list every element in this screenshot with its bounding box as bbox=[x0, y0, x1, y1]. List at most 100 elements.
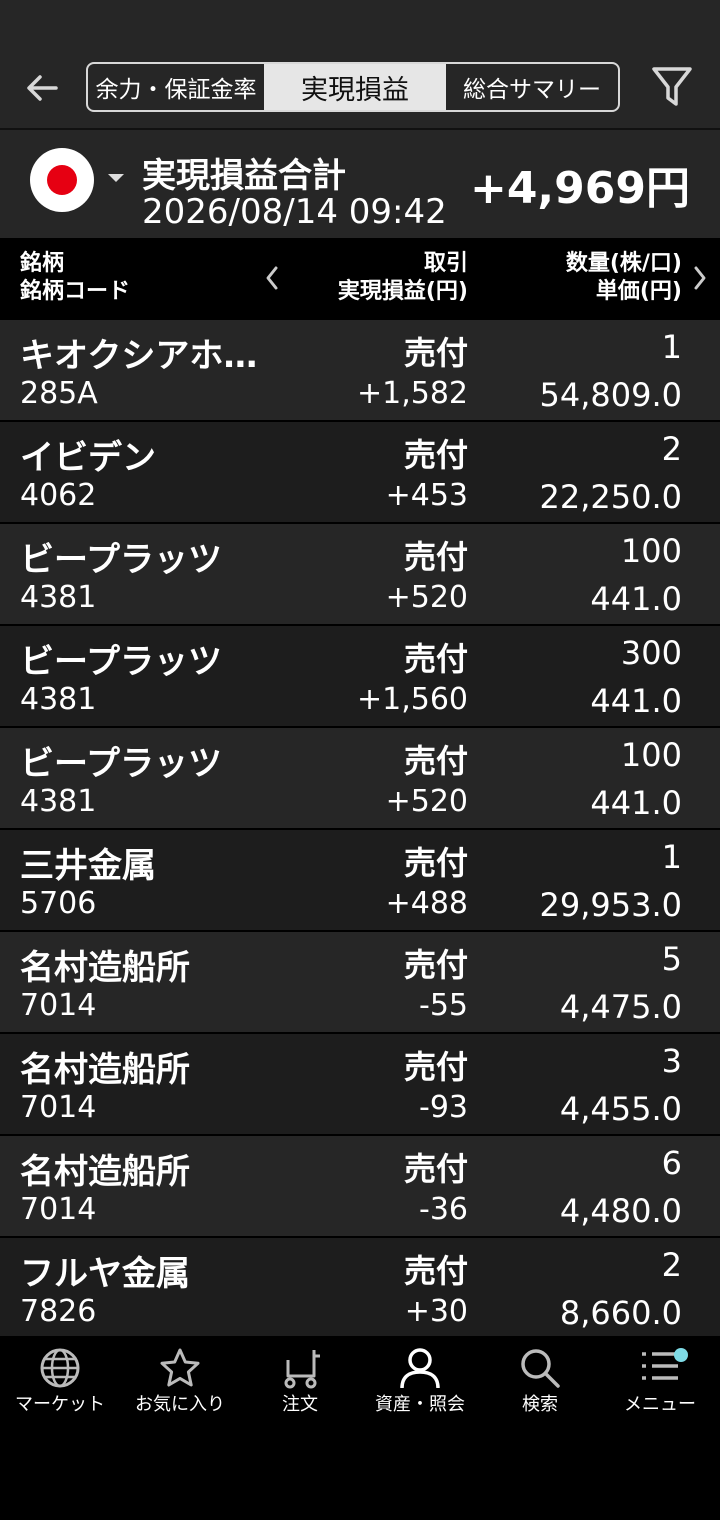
nav-menu[interactable]: メニュー bbox=[600, 1336, 720, 1426]
unit-price: 54,809.0 bbox=[539, 376, 683, 414]
column-label-qty: 数量(株/口) bbox=[565, 251, 682, 276]
trade-type: 売付 bbox=[403, 436, 468, 474]
table-row[interactable]: 三井金属 5706 売付 +488 1 29,953.0 bbox=[0, 830, 720, 932]
unit-price: 4,480.0 bbox=[559, 1192, 682, 1230]
cart-icon bbox=[284, 1350, 320, 1389]
unit-price: 441.0 bbox=[590, 580, 682, 618]
nav-label: 資産・照会 bbox=[375, 1394, 465, 1415]
filter-icon bbox=[652, 67, 692, 106]
table-row[interactable]: ビープラッツ 4381 売付 +520 100 441.0 bbox=[0, 524, 720, 626]
realized-pnl: +1,560 bbox=[356, 682, 468, 717]
back-button[interactable] bbox=[22, 68, 62, 108]
unit-price: 441.0 bbox=[590, 784, 682, 822]
stock-name: 名村造船所 bbox=[20, 948, 190, 988]
trade-type: 売付 bbox=[403, 334, 468, 372]
nav-market[interactable]: マーケット bbox=[0, 1336, 120, 1426]
trade-type: 売付 bbox=[403, 946, 468, 984]
search-icon bbox=[521, 1349, 560, 1388]
table-row[interactable]: 名村造船所 7014 売付 -55 5 4,475.0 bbox=[0, 932, 720, 1034]
realized-pnl: +520 bbox=[385, 580, 468, 615]
nav-search[interactable]: 検索 bbox=[480, 1336, 600, 1426]
stock-code: 4381 bbox=[20, 682, 97, 717]
stock-code: 4381 bbox=[20, 580, 97, 615]
globe-icon bbox=[40, 1348, 80, 1388]
realized-pnl: -55 bbox=[419, 988, 468, 1023]
table-row[interactable]: 名村造船所 7014 売付 -93 3 4,455.0 bbox=[0, 1034, 720, 1136]
nav-label: 注文 bbox=[282, 1394, 318, 1415]
table-row[interactable]: フルヤ金属 7826 売付 +30 2 8,660.0 bbox=[0, 1238, 720, 1340]
realized-pnl: +1,582 bbox=[356, 376, 468, 411]
quantity: 5 bbox=[661, 940, 682, 978]
stock-name: ビープラッツ bbox=[20, 642, 222, 682]
stock-name: ビープラッツ bbox=[20, 744, 222, 784]
table-row[interactable]: 名村造船所 7014 売付 -36 6 4,480.0 bbox=[0, 1136, 720, 1238]
trade-type: 売付 bbox=[403, 844, 468, 882]
tab-summary[interactable]: 総合サマリー bbox=[446, 64, 618, 110]
chevron-right-icon[interactable] bbox=[690, 264, 710, 292]
stock-name: キオクシアホ… bbox=[20, 336, 258, 376]
quantity: 2 bbox=[661, 430, 682, 468]
quantity: 300 bbox=[620, 634, 682, 672]
table-row[interactable]: イビデン 4062 売付 +453 2 22,250.0 bbox=[0, 422, 720, 524]
nav-assets[interactable]: 資産・照会 bbox=[360, 1336, 480, 1426]
table-row[interactable]: ビープラッツ 4381 売付 +520 100 441.0 bbox=[0, 728, 720, 830]
tab-realized-pnl[interactable]: 実現損益 bbox=[264, 64, 446, 110]
star-icon bbox=[160, 1348, 200, 1387]
column-label-name: 銘柄 bbox=[20, 251, 65, 276]
column-label-price: 単価(円) bbox=[595, 279, 682, 304]
realized-pnl: -93 bbox=[419, 1090, 468, 1125]
stock-code: 5706 bbox=[20, 886, 97, 921]
filter-button[interactable] bbox=[650, 64, 694, 110]
chevron-down-icon[interactable] bbox=[108, 174, 124, 182]
quantity: 1 bbox=[661, 328, 682, 366]
trade-type: 売付 bbox=[403, 1252, 468, 1290]
realized-pnl: +488 bbox=[385, 886, 468, 921]
summary-title: 実現損益合計 bbox=[142, 156, 346, 196]
stock-code: 7014 bbox=[20, 1090, 97, 1125]
table-row[interactable]: ビープラッツ 4381 売付 +1,560 300 441.0 bbox=[0, 626, 720, 728]
quantity: 6 bbox=[661, 1144, 682, 1182]
column-header-trade: 取引 実現損益(円) bbox=[338, 250, 468, 306]
column-label-pnl: 実現損益(円) bbox=[337, 279, 468, 304]
japan-flag-icon[interactable] bbox=[30, 148, 94, 212]
stock-code: 7014 bbox=[20, 1192, 97, 1227]
realized-pnl: +453 bbox=[385, 478, 468, 513]
summary-total: +4,969円 bbox=[469, 163, 690, 214]
unit-price: 22,250.0 bbox=[539, 478, 683, 516]
trade-type: 売付 bbox=[403, 1150, 468, 1188]
trade-type: 売付 bbox=[403, 640, 468, 678]
quantity: 2 bbox=[661, 1246, 682, 1284]
trade-type: 売付 bbox=[403, 538, 468, 576]
nav-label: お気に入り bbox=[135, 1394, 225, 1415]
table-row[interactable]: キオクシアホ… 285A 売付 +1,582 1 54,809.0 bbox=[0, 320, 720, 422]
tab-margin[interactable]: 余力・保証金率 bbox=[88, 64, 264, 110]
unit-price: 441.0 bbox=[590, 682, 682, 720]
stock-name: 名村造船所 bbox=[20, 1152, 190, 1192]
person-icon bbox=[400, 1348, 440, 1389]
notification-badge bbox=[674, 1348, 688, 1362]
stock-name: 三井金属 bbox=[20, 846, 156, 886]
nav-label: マーケット bbox=[15, 1394, 105, 1415]
segment-tabs: 余力・保証金率 実現損益 総合サマリー bbox=[86, 62, 620, 112]
nav-favorites[interactable]: お気に入り bbox=[120, 1336, 240, 1426]
quantity: 3 bbox=[661, 1042, 682, 1080]
bottom-nav: マーケット お気に入り 注文 資産・照会 検索 メニュー bbox=[0, 1336, 720, 1426]
column-header: 銘柄 銘柄コード 取引 実現損益(円) 数量(株/口) 単価(円) bbox=[0, 238, 720, 320]
realized-pnl: +30 bbox=[404, 1294, 468, 1329]
summary-datetime: 2026/08/14 09:42 bbox=[142, 192, 447, 232]
stock-name: 名村造船所 bbox=[20, 1050, 190, 1090]
unit-price: 4,475.0 bbox=[559, 988, 682, 1026]
stock-code: 285A bbox=[20, 376, 98, 411]
unit-price: 8,660.0 bbox=[559, 1294, 682, 1332]
stock-name: ビープラッツ bbox=[20, 540, 222, 580]
trade-type: 売付 bbox=[403, 1048, 468, 1086]
quantity: 100 bbox=[620, 736, 682, 774]
trade-list: キオクシアホ… 285A 売付 +1,582 1 54,809.0 イビデン 4… bbox=[0, 320, 720, 1340]
column-label-trade: 取引 bbox=[423, 251, 468, 276]
nav-order[interactable]: 注文 bbox=[240, 1336, 360, 1426]
stock-code: 4062 bbox=[20, 478, 97, 513]
chevron-left-icon[interactable] bbox=[262, 264, 282, 292]
nav-label: メニュー bbox=[624, 1394, 696, 1415]
flag-sun bbox=[47, 165, 77, 195]
pnl-summary: 実現損益合計 2026/08/14 09:42 +4,969円 bbox=[0, 130, 720, 238]
